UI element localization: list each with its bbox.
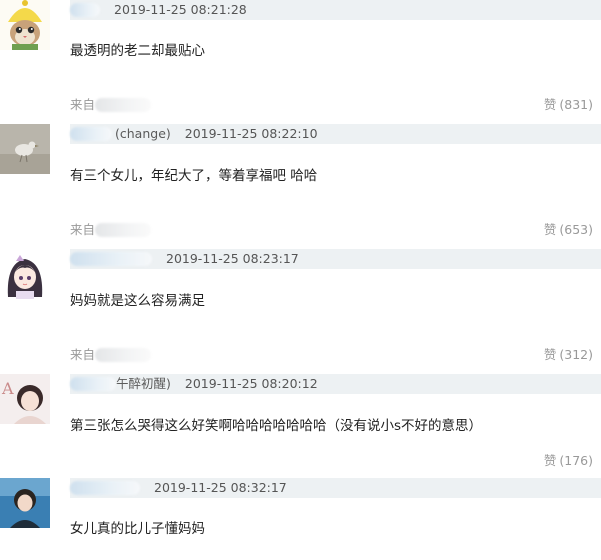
timestamp: 2019-11-25 08:20:12: [184, 376, 318, 391]
like-button[interactable]: 赞 (176): [544, 452, 593, 470]
comment-meta: (change) 2019-11-25 08:22:10: [70, 124, 601, 144]
username[interactable]: 午醉初醒): [116, 376, 171, 391]
timestamp: 2019-11-25 08:23:17: [166, 251, 299, 266]
source-masked: [95, 222, 152, 237]
username-masked[interactable]: [70, 480, 140, 495]
cat-in-lemon-hat-icon[interactable]: [0, 0, 50, 50]
username-masked[interactable]: [70, 376, 116, 391]
comment-meta: 2019-11-25 08:21:28: [70, 0, 601, 20]
source-label: 来自: [70, 97, 152, 112]
source-masked: [95, 347, 152, 362]
comment-meta: 午醉初醒) 2019-11-25 08:20:12: [70, 374, 601, 394]
timestamp: 2019-11-25 08:22:10: [184, 126, 318, 141]
woman-portrait-icon[interactable]: A: [0, 374, 50, 424]
like-count: (176): [559, 453, 593, 468]
comment-text: 第三张怎么哭得这么好笑啊哈哈哈哈哈哈哈（没有说小s不好的意思）: [70, 418, 483, 434]
like-button[interactable]: 赞 (312): [544, 346, 593, 364]
comment-footer: 来自 赞 (653): [70, 221, 593, 239]
like-count: (831): [559, 97, 593, 112]
comment-meta: 2019-11-25 08:32:17: [70, 478, 601, 498]
username-masked[interactable]: [70, 251, 152, 266]
source-label: 来自: [70, 347, 152, 362]
like-count: (312): [559, 347, 593, 362]
like-count: (653): [559, 222, 593, 237]
bird-photo-icon[interactable]: [0, 124, 50, 174]
source-masked: [95, 97, 152, 112]
comment-text: 有三个女儿，年纪大了，等着享福吧 哈哈: [70, 168, 318, 184]
username-masked[interactable]: [70, 2, 100, 17]
comment-text: 女儿真的比儿子懂妈妈: [70, 521, 205, 537]
comment-footer: 来自 赞 (312): [70, 346, 593, 364]
comment-text: 妈妈就是这么容易满足: [70, 293, 205, 309]
comment-meta: 2019-11-25 08:23:17: [70, 249, 601, 269]
comment-footer: 赞 (176): [70, 452, 593, 470]
source-label: 来自: [70, 222, 152, 237]
like-button[interactable]: 赞 (653): [544, 221, 593, 239]
anime-girl-icon[interactable]: [0, 249, 50, 299]
timestamp: 2019-11-25 08:21:28: [114, 2, 247, 17]
comment-text: 最透明的老二却最贴心: [70, 43, 205, 59]
like-button[interactable]: 赞 (831): [544, 96, 593, 114]
svg-text:A: A: [1, 379, 14, 398]
blue-portrait-icon[interactable]: [0, 478, 50, 528]
username-masked[interactable]: [70, 126, 112, 141]
username[interactable]: (change): [115, 126, 171, 141]
comment-footer: 来自 赞 (831): [70, 96, 593, 114]
timestamp: 2019-11-25 08:32:17: [154, 480, 287, 495]
